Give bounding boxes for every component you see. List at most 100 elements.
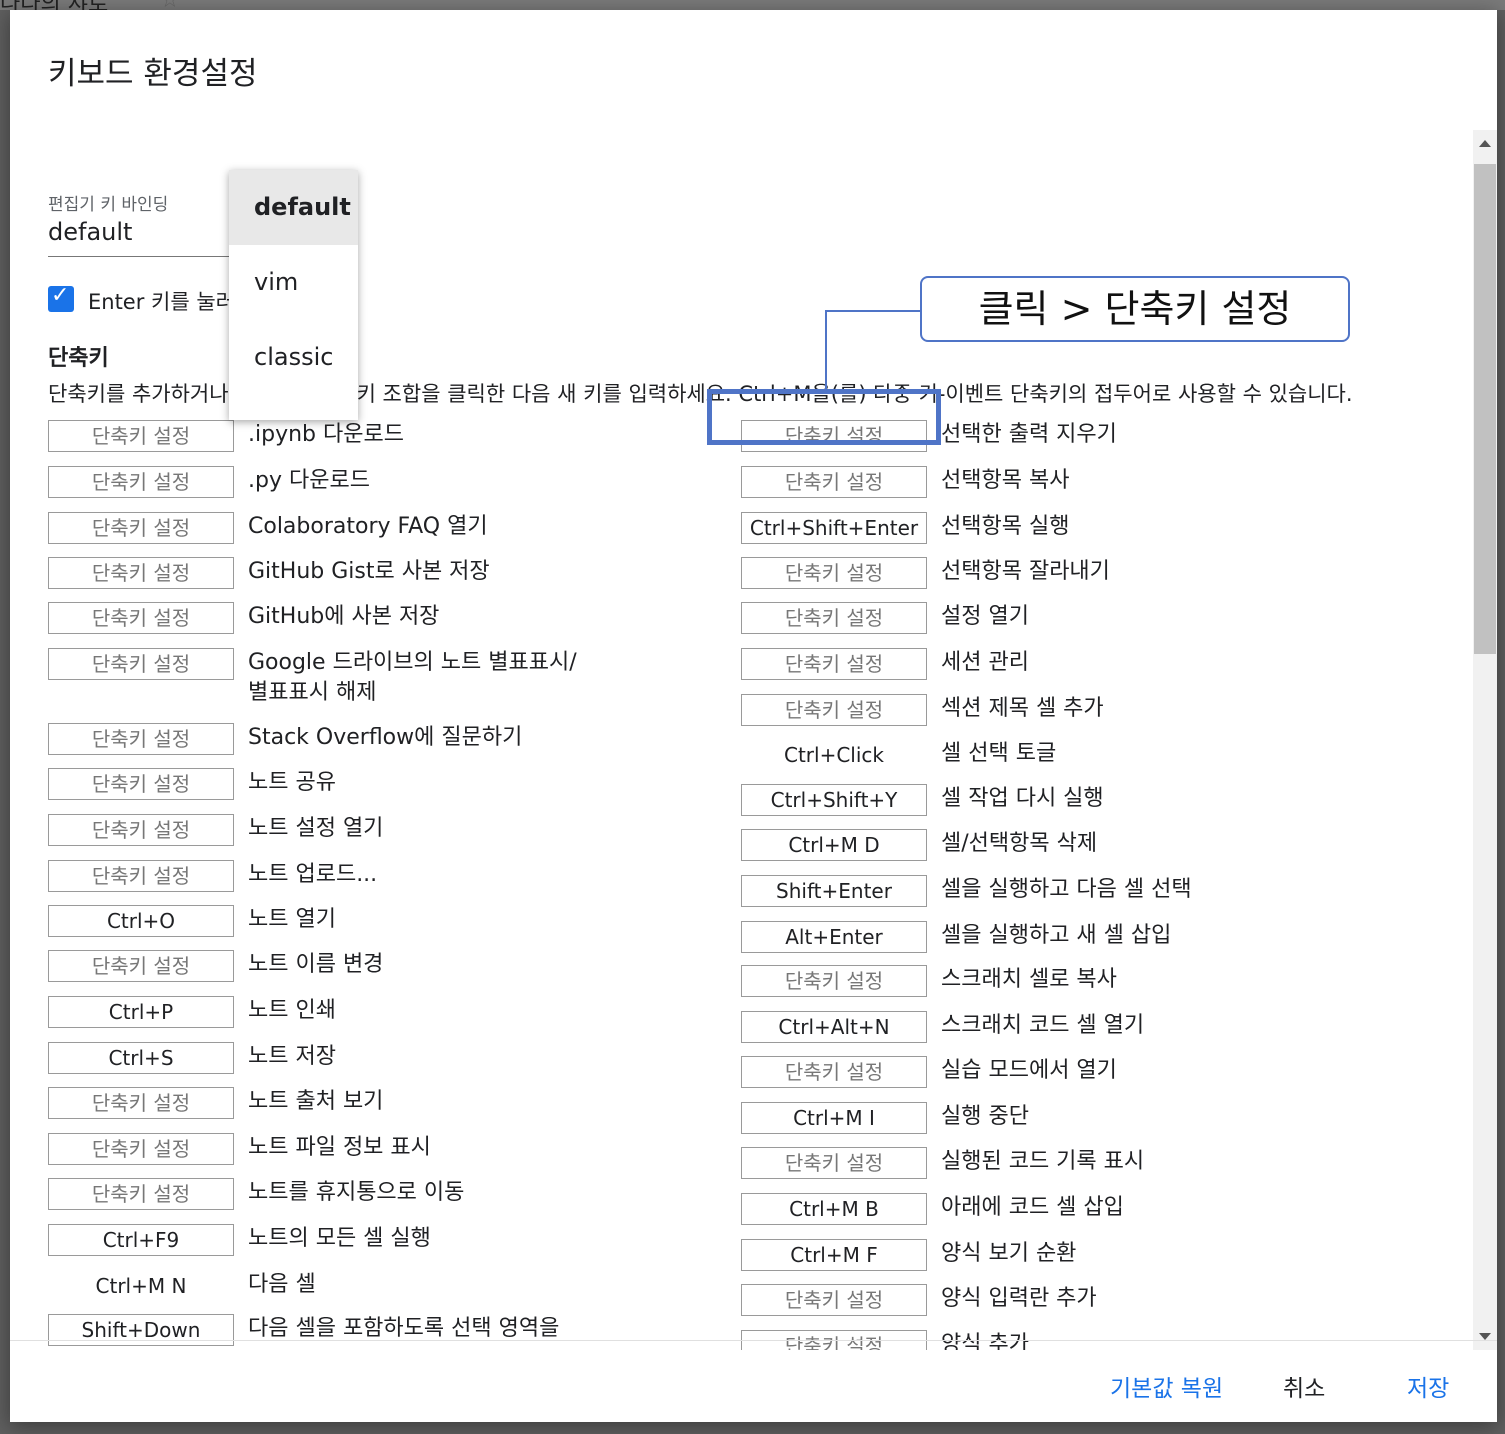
shortcut-label: .py 다운로드 — [248, 466, 370, 496]
shortcut-key-button[interactable]: 단축키 설정 — [48, 1133, 234, 1165]
binding-option-vim[interactable]: vim — [229, 245, 358, 320]
shortcut-key-button[interactable]: 단축키 설정 — [741, 648, 927, 680]
shortcut-label-text: 실습 모드에서 열기 — [941, 1058, 1117, 1083]
shortcut-label-text: 셀을 실행하고 새 셀 삽입 — [941, 923, 1172, 948]
shortcut-key-button[interactable]: 단축키 설정 — [48, 768, 234, 800]
shortcut-key-button[interactable]: Ctrl+P — [48, 996, 234, 1028]
shortcut-key-button[interactable]: 단축키 설정 — [48, 466, 234, 498]
shortcut-label-text: 노트 인쇄 — [248, 998, 336, 1023]
shortcut-key-button[interactable]: Shift+Enter — [741, 875, 927, 907]
shortcut-label-text: 아래에 코드 셀 삽입 — [941, 1195, 1124, 1220]
shortcut-label: 셀 선택 토글 — [941, 739, 1056, 769]
shortcut-key-button[interactable]: 단축키 설정 — [48, 420, 234, 452]
shortcut-key-button[interactable]: 단축키 설정 — [48, 648, 234, 680]
shortcut-key-button[interactable]: Ctrl+O — [48, 905, 234, 937]
shortcut-label-text: 노트를 휴지통으로 이동 — [248, 1180, 465, 1205]
shortcut-label-text: 실행 중단 — [941, 1104, 1029, 1129]
shortcut-key-button[interactable]: Ctrl+M F — [741, 1239, 927, 1271]
shortcut-key-button[interactable]: Ctrl+F9 — [48, 1224, 234, 1256]
shortcut-label: 노트 저장 — [248, 1042, 336, 1072]
shortcut-key-button[interactable]: Ctrl+S — [48, 1042, 234, 1074]
shortcut-label: 선택한 출력 지우기 — [941, 420, 1117, 450]
shortcut-key-button[interactable]: 단축키 설정 — [48, 512, 234, 544]
shortcut-key-button[interactable]: Alt+Enter — [741, 921, 927, 953]
shortcut-label-text: 선택항목 잘라내기 — [941, 559, 1110, 584]
shortcut-label: 아래에 코드 셀 삽입 — [941, 1193, 1124, 1223]
shortcut-key-button[interactable]: 단축키 설정 — [48, 602, 234, 634]
shortcut-label-text: 셀 선택 토글 — [941, 741, 1057, 766]
shortcut-label: 선택항목 실행 — [941, 512, 1069, 542]
shortcut-label-text: 노트 파일 정보 표시 — [248, 1135, 431, 1160]
scroll-down-arrow-icon[interactable] — [1479, 1333, 1491, 1340]
shortcut-label: 노트 열기 — [248, 905, 336, 935]
shortcut-key-button[interactable]: 단축키 설정 — [48, 950, 234, 982]
shortcut-key-button[interactable]: 단축키 설정 — [741, 602, 927, 634]
shortcut-key-button[interactable]: 단축키 설정 — [48, 1087, 234, 1119]
shortcut-label-text: 셀/선택항목 삭제 — [941, 831, 1098, 856]
binding-option-classic[interactable]: classic — [229, 320, 358, 395]
shortcut-label: 노트 이름 변경 — [248, 950, 383, 980]
shortcut-label-text: .ipynb 다운로드 — [248, 422, 404, 447]
shortcut-key-button[interactable]: 단축키 설정 — [48, 860, 234, 892]
binding-option-default[interactable]: default — [229, 170, 358, 245]
shortcut-label: 셀을 실행하고 새 셀 삽입 — [941, 921, 1171, 951]
save-button[interactable]: 저장 — [1407, 1369, 1449, 1403]
shortcut-label-text: 설정 열기 — [941, 604, 1029, 629]
shortcut-key-button[interactable]: Ctrl+Shift+Enter — [741, 512, 927, 544]
shortcut-key-button[interactable]: Ctrl+M I — [741, 1102, 927, 1134]
shortcut-label-text: 섹션 제목 셀 추가 — [941, 696, 1104, 721]
shortcut-key-button[interactable]: 단축키 설정 — [741, 557, 927, 589]
shortcut-key-button[interactable]: 단축키 설정 — [741, 965, 927, 997]
shortcut-label: 세션 관리 — [941, 648, 1029, 678]
enter-checkbox[interactable]: ✓ — [48, 283, 74, 312]
scroll-up-arrow-icon[interactable] — [1479, 140, 1491, 147]
check-icon: ✓ — [51, 283, 70, 308]
shortcut-key-button[interactable]: 단축키 설정 — [741, 1147, 927, 1179]
background-app-bar — [0, 0, 1505, 10]
annotation-connector — [825, 310, 827, 392]
shortcut-key-button[interactable]: 단축키 설정 — [741, 1284, 927, 1316]
shortcut-key-button[interactable]: 단축키 설정 — [741, 694, 927, 726]
shortcut-key-button[interactable]: Ctrl+M B — [741, 1193, 927, 1225]
shortcut-label-text: 노트 공유 — [248, 770, 336, 795]
shortcut-label-text: GitHub에 사본 저장 — [248, 604, 440, 629]
shortcut-label: GitHub에 사본 저장 — [248, 602, 439, 632]
reset-defaults-button[interactable]: 기본값 복원 — [1110, 1369, 1223, 1403]
shortcut-label: 설정 열기 — [941, 602, 1029, 632]
shortcut-key-button[interactable]: 단축키 설정 — [741, 1056, 927, 1088]
annotation-connector — [825, 310, 921, 312]
shortcut-label: 노트 출처 보기 — [248, 1087, 383, 1117]
shortcut-label: 섹션 제목 셀 추가 — [941, 694, 1104, 724]
shortcut-key-button[interactable]: 단축키 설정 — [48, 814, 234, 846]
shortcut-key-button[interactable]: Ctrl+Shift+Y — [741, 784, 927, 816]
key-binding-select[interactable]: default — [48, 218, 258, 257]
shortcut-label-text: 셀 작업 다시 실행 — [941, 786, 1104, 811]
dialog-scrollbar[interactable] — [1473, 130, 1497, 1350]
cancel-button[interactable]: 취소 — [1283, 1369, 1325, 1403]
shortcut-label-text: 선택항목 복사 — [941, 468, 1070, 493]
shortcut-key-button[interactable]: Ctrl+Click — [741, 739, 927, 771]
shortcut-label-text: Google 드라이브의 노트 별표표시/ — [248, 650, 577, 675]
shortcut-label-text: 양식 보기 순환 — [941, 1241, 1077, 1266]
shortcut-label: 실행된 코드 기록 표시 — [941, 1147, 1144, 1177]
shortcut-label: GitHub Gist로 사본 저장 — [248, 557, 490, 587]
scrollbar-thumb[interactable] — [1474, 164, 1496, 654]
shortcut-key-button[interactable]: 단축키 설정 — [48, 557, 234, 589]
shortcut-label-text: 셀을 실행하고 다음 셀 선택 — [941, 877, 1192, 902]
shortcut-key-button[interactable]: 단축키 설정 — [48, 723, 234, 755]
shortcut-label-text: 양식 입력란 추가 — [941, 1286, 1097, 1311]
shortcut-label: 노트 업로드... — [248, 860, 377, 890]
shortcut-key-button[interactable]: Ctrl+M N — [48, 1270, 234, 1302]
shortcut-key-button[interactable]: Ctrl+M D — [741, 829, 927, 861]
shortcut-label-text: GitHub Gist로 사본 저장 — [248, 559, 490, 584]
shortcut-label: 양식 보기 순환 — [941, 1239, 1076, 1269]
shortcut-label: 노트 파일 정보 표시 — [248, 1133, 431, 1163]
shortcut-label: 실행 중단 — [941, 1102, 1029, 1132]
shortcut-key-button[interactable]: 단축키 설정 — [48, 1178, 234, 1210]
key-binding-dropdown: default vim classic — [229, 170, 358, 420]
shortcut-label: Stack Overflow에 질문하기 — [248, 723, 522, 753]
shortcut-key-button[interactable]: Ctrl+Alt+N — [741, 1011, 927, 1043]
shortcut-label-text: 노트 열기 — [248, 907, 336, 932]
shortcut-key-button[interactable]: 단축키 설정 — [741, 466, 927, 498]
shortcut-label-text: Colaboratory FAQ 열기 — [248, 514, 488, 539]
